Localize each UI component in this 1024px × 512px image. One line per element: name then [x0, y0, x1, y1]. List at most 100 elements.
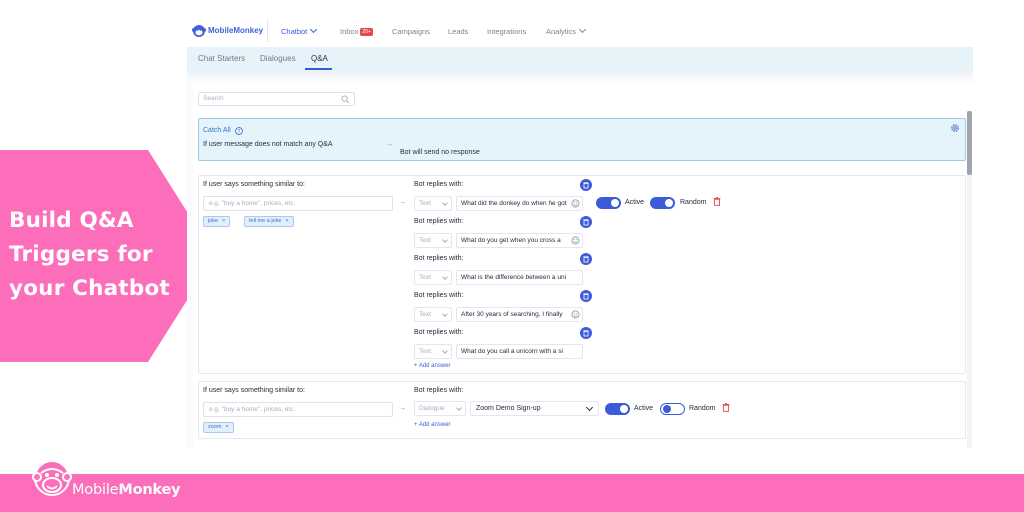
trigger-input[interactable]: e.g. "buy a home", prices, etc.: [203, 402, 393, 417]
delete-reply-icon[interactable]: [580, 216, 592, 228]
help-icon[interactable]: ?: [235, 127, 243, 135]
chevron-down-icon: [442, 237, 448, 243]
chevron-down-icon: [456, 405, 462, 411]
nav-inbox[interactable]: Inbox 20+: [340, 27, 373, 37]
app-window: MobileMonkey Chatbot Inbox 20+ Campaigns …: [187, 14, 973, 448]
active-label: Active: [625, 199, 645, 206]
inbox-count-badge: 20+: [360, 28, 373, 36]
subnav-shadow: [187, 71, 973, 81]
reply-text-field[interactable]: What do you call a unicorn with a si: [456, 344, 583, 359]
delete-qa-icon[interactable]: [722, 403, 730, 412]
nav-campaigns[interactable]: Campaigns: [392, 27, 430, 36]
active-toggle[interactable]: [596, 197, 621, 209]
nav-analytics[interactable]: Analytics: [546, 25, 587, 36]
chevron-down-icon: [442, 200, 448, 206]
arrow-right-icon: →: [399, 405, 406, 412]
reply-label: Bot replies with:: [414, 329, 464, 336]
tab-qa[interactable]: Q&A: [311, 54, 328, 63]
active-toggle[interactable]: [605, 403, 630, 415]
chevron-down-icon: [442, 274, 448, 280]
promo-line-1: Build Q&A: [9, 208, 134, 233]
trigger-placeholder: e.g. "buy a home", prices, etc.: [209, 406, 296, 413]
trigger-placeholder: e.g. "buy a home", prices, etc.: [209, 200, 296, 207]
qa-content: Search Catch All ? If user message does …: [187, 81, 973, 448]
nav-chatbot[interactable]: Chatbot: [281, 25, 318, 36]
reply-label: Bot replies with:: [414, 292, 464, 299]
chevron-down-icon: [442, 348, 448, 354]
delete-reply-icon[interactable]: [580, 327, 592, 339]
catch-all-condition: If user message does not match any Q&A: [203, 141, 333, 148]
emoji-icon[interactable]: [571, 310, 580, 319]
catch-all-title: Catch All: [203, 127, 231, 134]
reply-text-field[interactable]: What do you get when you cross a: [456, 233, 583, 248]
delete-qa-icon[interactable]: [713, 197, 721, 206]
footer-brand: MobileMonkey: [72, 482, 181, 498]
trigger-label: If user says something similar to:: [203, 387, 305, 394]
reply-text-field[interactable]: What is the difference between a uni: [456, 270, 583, 285]
trigger-tag[interactable]: joke ×: [203, 216, 231, 227]
trigger-tag[interactable]: tell me a joke ×: [244, 216, 294, 227]
scrollbar-thumb[interactable]: [967, 111, 972, 175]
delete-reply-icon[interactable]: [580, 179, 592, 191]
trigger-label: If user says something similar to:: [203, 181, 305, 188]
add-answer-link[interactable]: + Add answer: [414, 422, 451, 428]
reply-type-select[interactable]: Text: [414, 233, 452, 248]
random-toggle[interactable]: [660, 403, 685, 415]
trigger-input[interactable]: e.g. "buy a home", prices, etc.: [203, 196, 393, 211]
remove-tag-icon[interactable]: ×: [222, 218, 225, 224]
reply-label: Bot replies with:: [414, 181, 464, 188]
qa-panel: Search Catch All ? If user message does …: [193, 83, 973, 448]
reply-type-select[interactable]: Dialogue: [414, 401, 466, 416]
emoji-icon[interactable]: [571, 236, 580, 245]
chevron-down-icon: [442, 311, 448, 317]
catch-all-response: Bot will send no response: [400, 149, 480, 156]
promo-line-2: Triggers for: [9, 242, 153, 267]
reply-label: Bot replies with:: [414, 218, 464, 225]
monkey-face-icon: [32, 460, 72, 496]
add-answer-link[interactable]: + Add answer: [414, 363, 451, 369]
remove-tag-icon[interactable]: ×: [225, 424, 228, 430]
qa-card-jokes: If user says something similar to: e.g. …: [198, 175, 966, 374]
random-label: Random: [680, 199, 707, 206]
arrow-right-icon: →: [386, 141, 393, 148]
promo-line-3: your Chatbot: [9, 276, 170, 301]
chevron-down-icon: [585, 403, 594, 412]
chevron-down-icon: [578, 25, 587, 34]
reply-text-field[interactable]: What did the donkey do when he got: [456, 196, 583, 211]
reply-text-field[interactable]: After 30 years of searching, I finally: [456, 307, 583, 322]
tab-dialogues[interactable]: Dialogues: [260, 54, 296, 63]
arrow-right-icon: →: [399, 199, 406, 206]
search-placeholder: Search: [203, 95, 224, 102]
active-label: Active: [634, 405, 654, 412]
chatbot-subnav: Chat Starters Dialogues Q&A: [187, 47, 973, 71]
catch-all-card[interactable]: Catch All ? If user message does not mat…: [198, 118, 966, 161]
reply-type-select[interactable]: Text: [414, 344, 452, 359]
app-logo-text[interactable]: MobileMonkey: [208, 26, 263, 35]
logo-divider: [267, 20, 268, 42]
promo-headline: Build Q&A Triggers for your Chatbot: [9, 204, 194, 306]
nav-integrations[interactable]: Integrations: [487, 27, 526, 36]
reply-label: Bot replies with:: [414, 387, 464, 394]
emoji-icon[interactable]: [571, 199, 580, 208]
search-icon[interactable]: [341, 95, 350, 104]
remove-tag-icon[interactable]: ×: [285, 218, 288, 224]
reply-type-select[interactable]: Text: [414, 196, 452, 211]
top-navigation: MobileMonkey Chatbot Inbox 20+ Campaigns …: [187, 14, 973, 47]
active-tab-indicator: [305, 68, 332, 70]
trigger-tag[interactable]: zoom ×: [203, 422, 234, 433]
random-toggle[interactable]: [650, 197, 675, 209]
delete-reply-icon[interactable]: [580, 253, 592, 265]
nav-leads[interactable]: Leads: [448, 27, 468, 36]
tab-chat-starters[interactable]: Chat Starters: [198, 54, 245, 63]
gear-icon[interactable]: [950, 123, 960, 133]
delete-reply-icon[interactable]: [580, 290, 592, 302]
qa-card-zoom: If user says something similar to: e.g. …: [198, 381, 966, 439]
search-input[interactable]: Search: [198, 92, 355, 106]
reply-label: Bot replies with:: [414, 255, 464, 262]
reply-type-select[interactable]: Text: [414, 270, 452, 285]
mobilemonkey-logo-icon[interactable]: [192, 24, 206, 38]
reply-type-select[interactable]: Text: [414, 307, 452, 322]
random-label: Random: [689, 405, 716, 412]
chevron-down-icon: [310, 25, 318, 34]
dialogue-select[interactable]: Zoom Demo Sign-up: [470, 401, 599, 416]
